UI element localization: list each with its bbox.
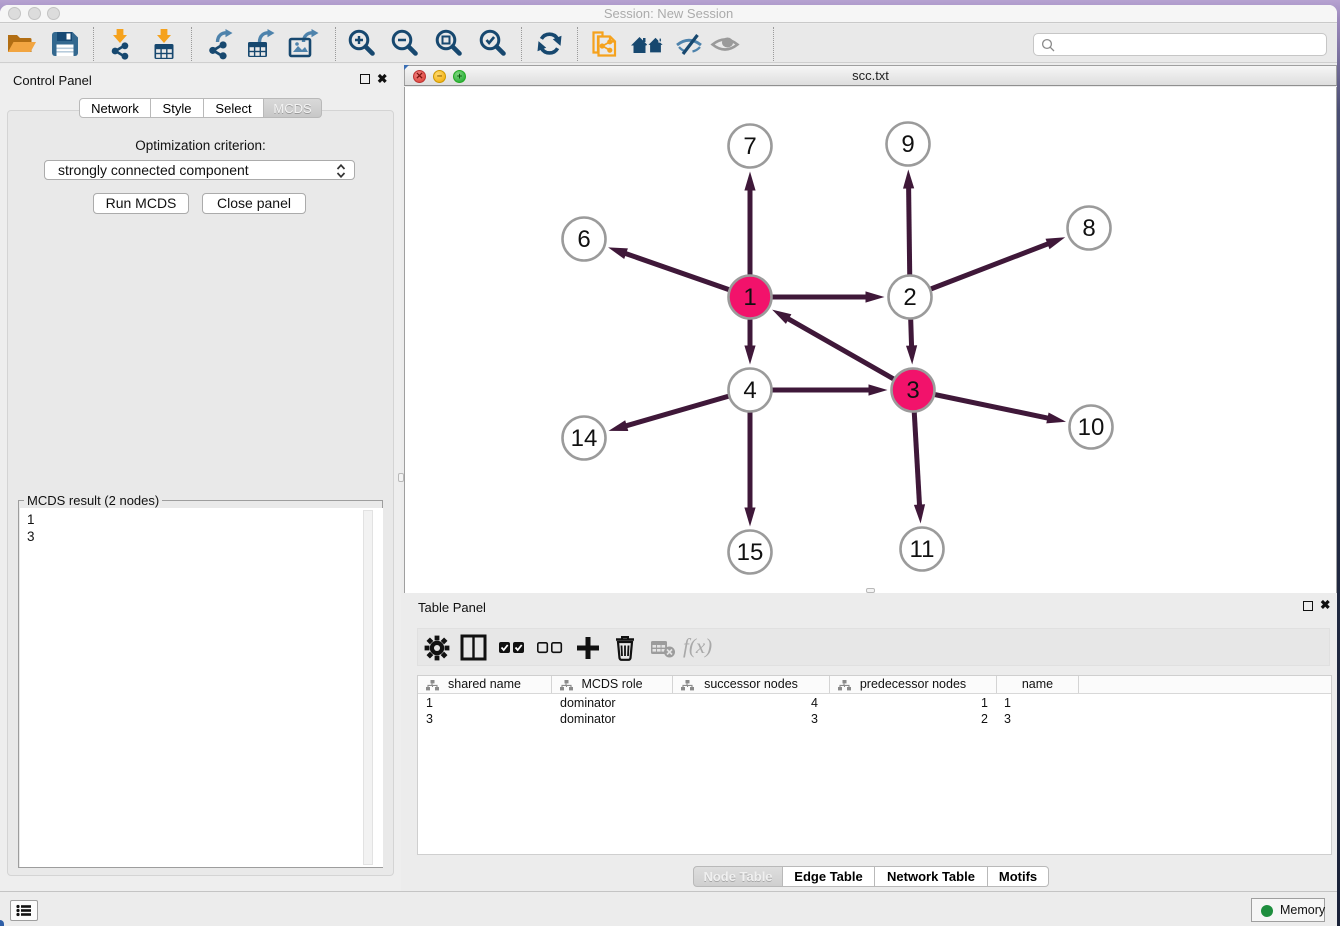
svg-text:1: 1 [743,284,756,311]
svg-text:15: 15 [737,539,764,566]
svg-text:2: 2 [903,284,916,311]
svg-text:3: 3 [906,377,919,404]
svg-text:8: 8 [1082,215,1095,242]
svg-text:7: 7 [743,133,756,160]
svg-text:11: 11 [910,536,935,563]
svg-text:4: 4 [743,377,756,404]
svg-text:14: 14 [571,425,598,452]
svg-text:6: 6 [577,226,590,253]
svg-text:10: 10 [1078,414,1105,441]
svg-text:9: 9 [901,131,914,158]
